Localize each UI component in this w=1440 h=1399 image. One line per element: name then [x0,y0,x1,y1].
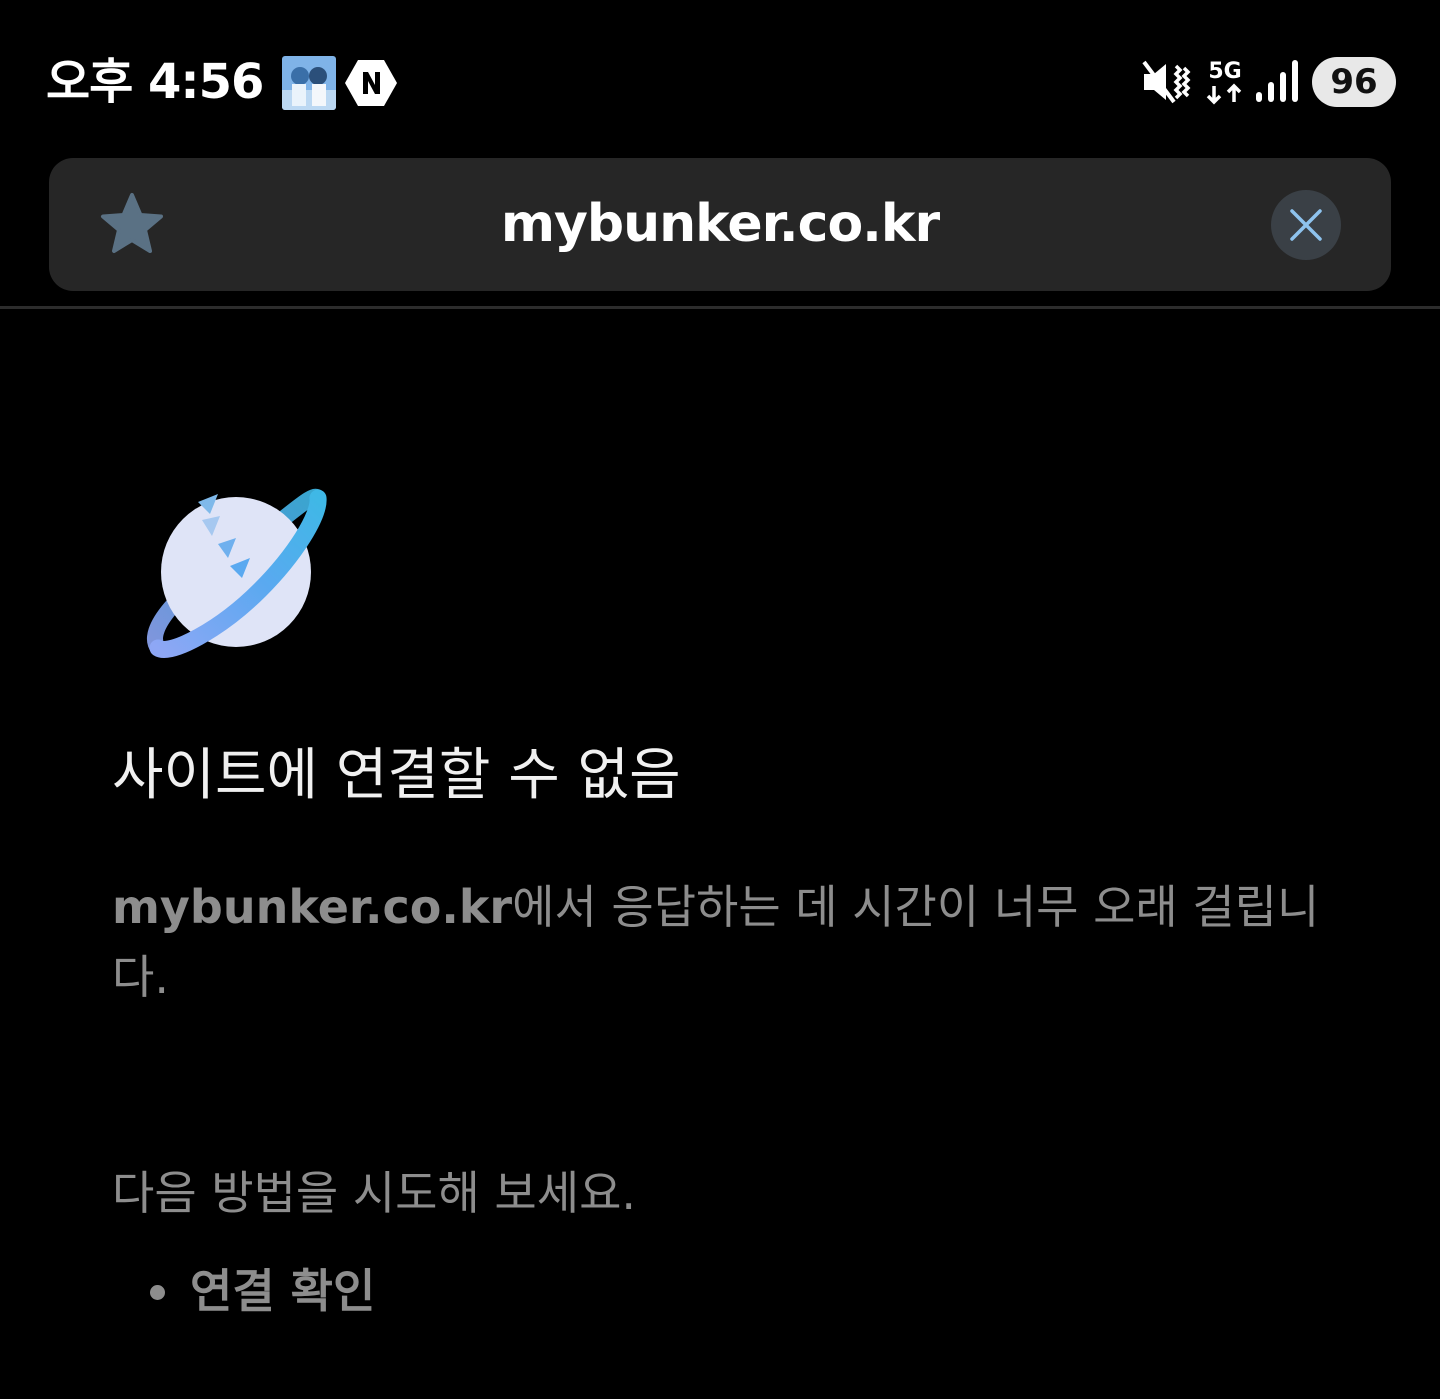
error-host: mybunker.co.kr [112,880,513,934]
star-icon[interactable] [97,190,167,258]
address-bar[interactable]: mybunker.co.kr [49,158,1391,291]
app-thumbnail-icon [282,56,336,110]
list-item: 연결 확인 [112,1254,1312,1328]
suggestions-heading: 다음 방법을 시도해 보세요. [112,1166,637,1220]
status-bar: 오후 4:56 5G 96 [0,0,1440,160]
error-title: 사이트에 연결할 수 없음 [112,743,681,808]
5g-data-icon: 5G [1202,56,1248,106]
naver-icon [344,58,398,108]
network-label: 5G [1208,59,1241,84]
error-description: mybunker.co.kr에서 응답하는 데 시간이 너무 오래 걸립니다. [112,872,1342,1012]
battery-indicator: 96 [1312,57,1396,107]
suggestions-list: 연결 확인 [112,1254,1312,1328]
planet-icon [140,480,330,670]
close-icon [1290,209,1322,241]
close-button[interactable] [1271,190,1341,260]
url-text[interactable]: mybunker.co.kr [209,158,1231,291]
toolbar-divider [0,306,1440,309]
signal-icon [1254,58,1300,104]
status-time: 오후 4:56 [46,54,264,110]
suggestion-check-connection: 연결 확인 [190,1264,376,1318]
bullet-icon [150,1285,165,1300]
vibrate-mute-icon [1140,58,1192,106]
